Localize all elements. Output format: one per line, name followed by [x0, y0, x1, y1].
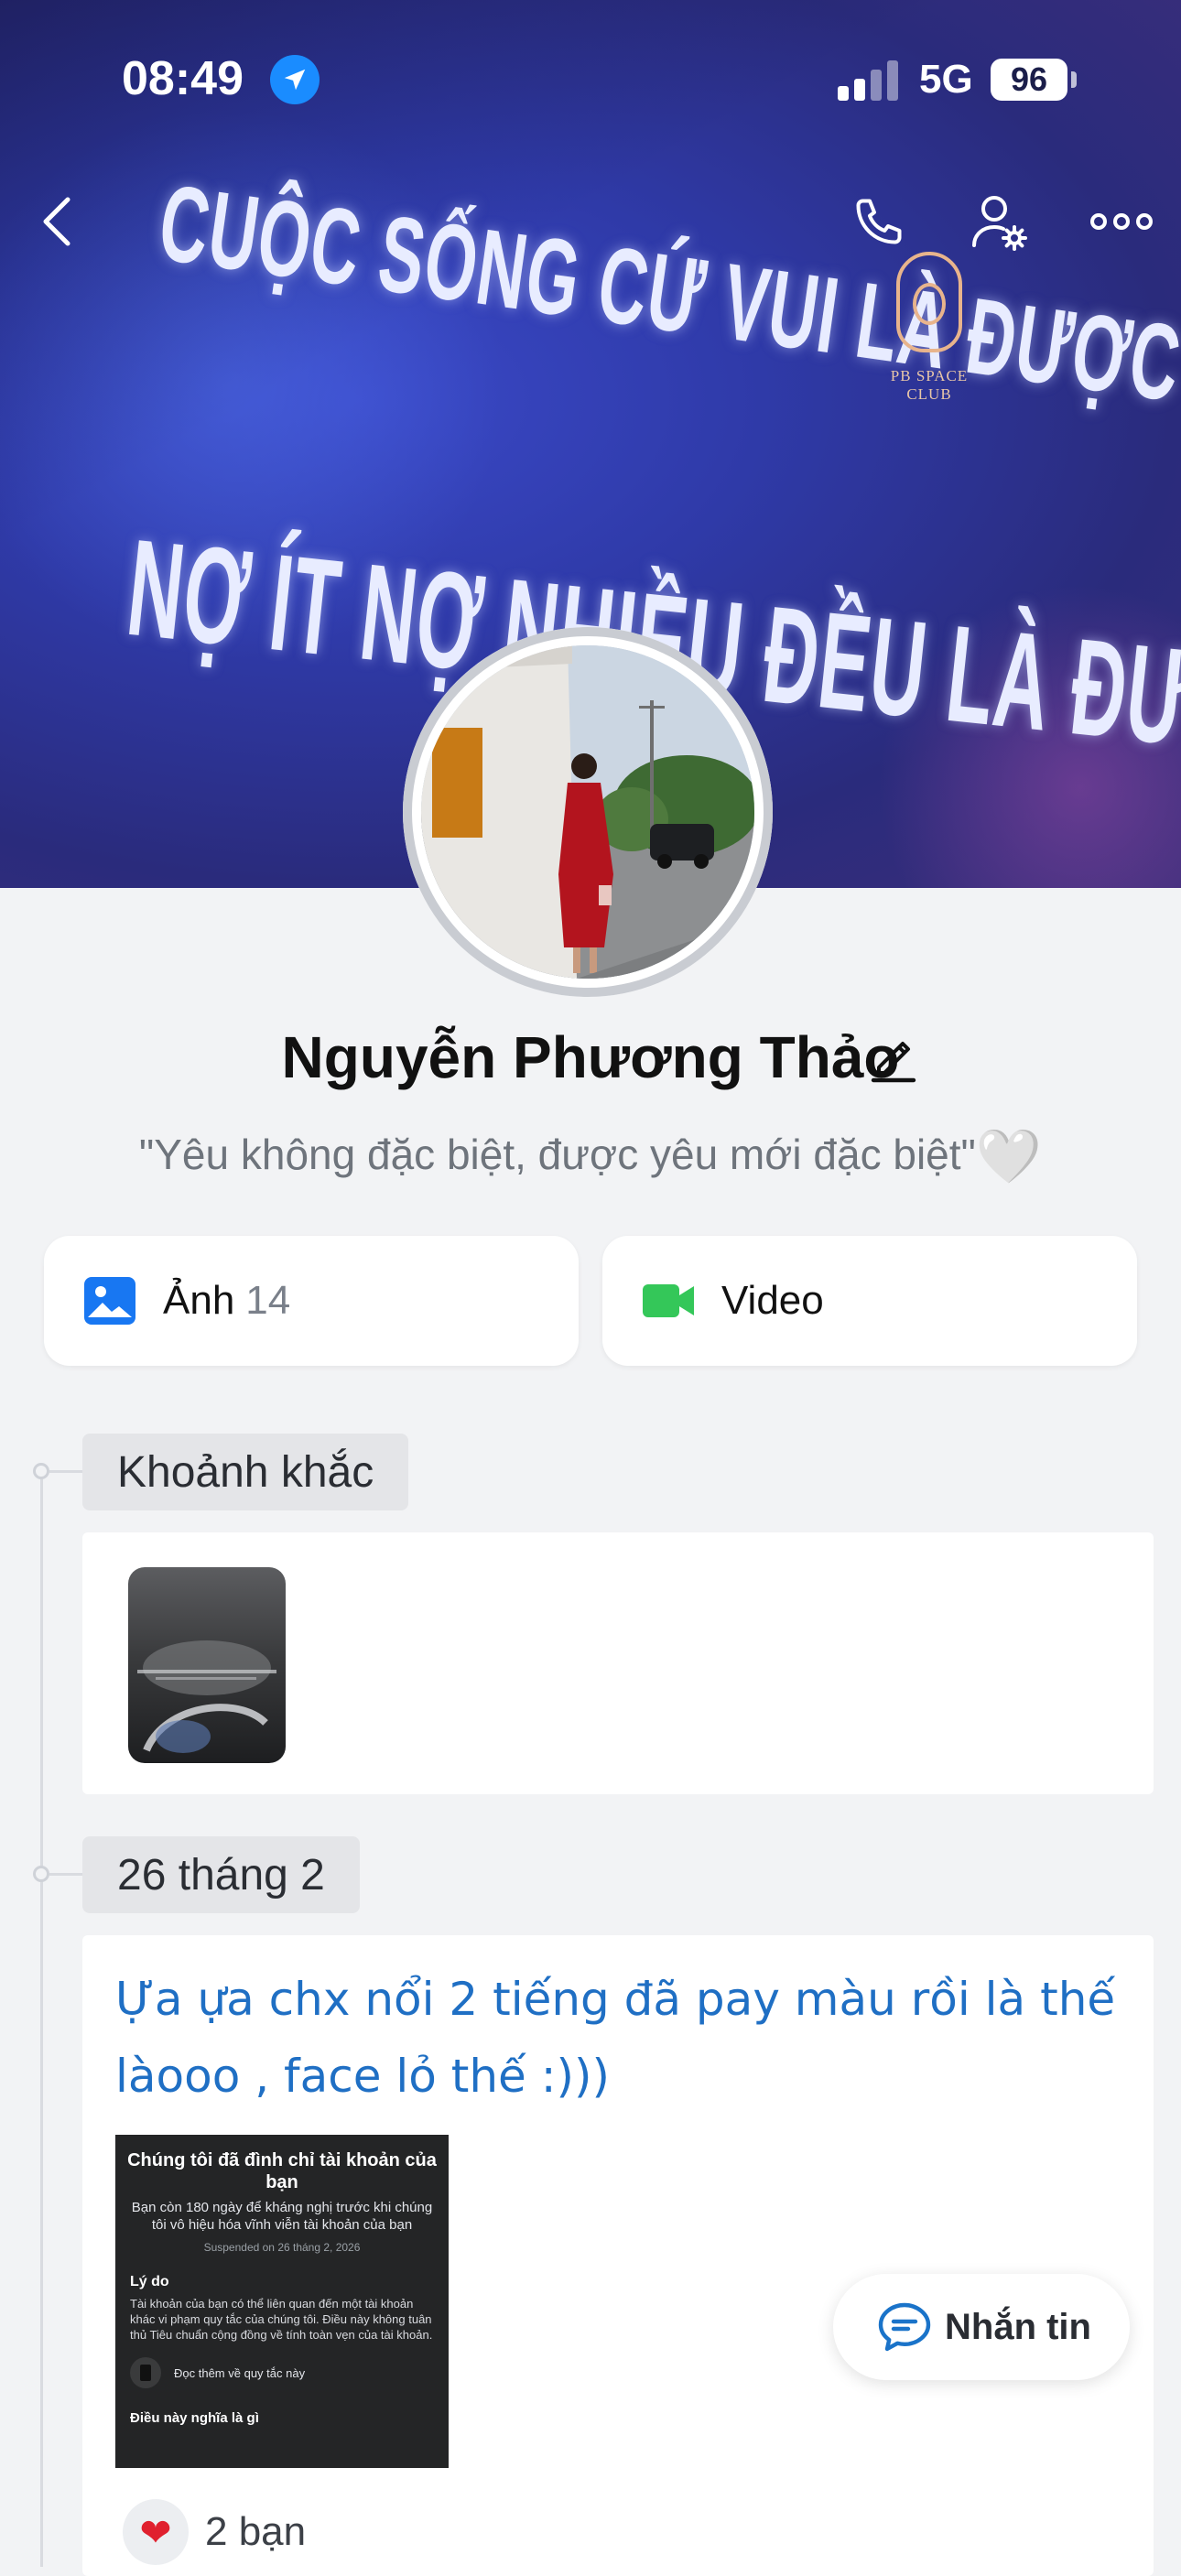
timeline-dot [33, 1463, 49, 1479]
battery-tip [1071, 71, 1077, 88]
post-image-title: Chúng tôi đã đình chỉ tài khoản của bạn [127, 2150, 437, 2192]
avatar-frame[interactable] [403, 627, 773, 997]
moment-thumbnail[interactable] [128, 1567, 286, 1763]
back-icon[interactable] [37, 194, 77, 249]
post-image-suspended-date: Suspended on 26 tháng 2, 2026 [203, 2241, 361, 2254]
post-image[interactable]: Chúng tôi đã đình chỉ tài khoản của bạn … [115, 2135, 449, 2468]
post-image-reason-heading: Lý do [130, 2274, 169, 2289]
photos-label: Ảnh [163, 1278, 235, 1323]
timeline-line [40, 1468, 43, 2567]
read-more-text: Đọc thêm về quy tắc này [174, 2365, 306, 2380]
photos-button[interactable]: Ảnh 14 [44, 1236, 579, 1366]
profile-bio: "Yêu không đặc biệt, được yêu mới đặc bi… [0, 1126, 1181, 1188]
white-heart-emoji: 🤍 [975, 1127, 1043, 1186]
status-time: 08:49 [122, 52, 244, 105]
photo-icon [84, 1277, 135, 1325]
post-text: Ựa ựa chx nổi 2 tiếng đã pay màu rồi là … [115, 1973, 1116, 2103]
cellular-signal-icon [838, 59, 904, 101]
club-logo: PB SPACE CLUB [874, 252, 984, 435]
heart-reaction-icon: ❤ [123, 2499, 189, 2565]
call-icon[interactable] [851, 194, 906, 249]
post-image-next-heading: Điều này nghĩa là gì [130, 2410, 259, 2426]
photos-count: 14 [245, 1278, 291, 1323]
club-name: PB SPACE CLUB [890, 367, 969, 403]
video-button[interactable]: Video [602, 1236, 1137, 1366]
avatar[interactable] [421, 645, 754, 979]
post-date-label: 26 tháng 2 [82, 1836, 360, 1913]
timeline-connector [49, 1873, 84, 1876]
moments-card [82, 1532, 1154, 1794]
bio-text: "Yêu không đặc biệt, được yêu mới đặc bi… [138, 1131, 976, 1178]
moments-label: Khoảnh khắc [82, 1434, 409, 1510]
reaction-count: 2 bạn [205, 2509, 307, 2554]
chat-bubble-icon [878, 2302, 931, 2352]
timeline-dot [33, 1866, 49, 1882]
battery-icon: 96 [991, 59, 1067, 101]
video-camera-icon [643, 1284, 694, 1317]
location-arrow-icon [270, 55, 320, 104]
profile-name: Nguyễn Phương Thảo [281, 1024, 900, 1090]
post-image-reason-body: Tài khoản của bạn có thể liên quan đến m… [130, 2297, 433, 2342]
timeline-connector [49, 1470, 84, 1473]
message-button[interactable]: Nhắn tin [833, 2274, 1130, 2380]
reaction-summary[interactable]: ❤ 2 bạn [123, 2499, 306, 2565]
message-button-label: Nhắn tin [945, 2306, 1091, 2347]
post-card[interactable]: Ựa ựa chx nổi 2 tiếng đã pay màu rồi là … [82, 1935, 1154, 2576]
more-icon[interactable] [1089, 205, 1154, 238]
edit-name-icon[interactable] [868, 1027, 919, 1086]
document-icon [130, 2357, 161, 2388]
post-image-read-more: Đọc thêm về quy tắc này [130, 2357, 449, 2388]
post-image-subtitle: Bạn còn 180 ngày để kháng nghị trước khi… [131, 2200, 433, 2233]
video-label: Video [721, 1278, 824, 1323]
user-settings-icon[interactable] [970, 192, 1029, 253]
network-type: 5G [919, 57, 973, 102]
